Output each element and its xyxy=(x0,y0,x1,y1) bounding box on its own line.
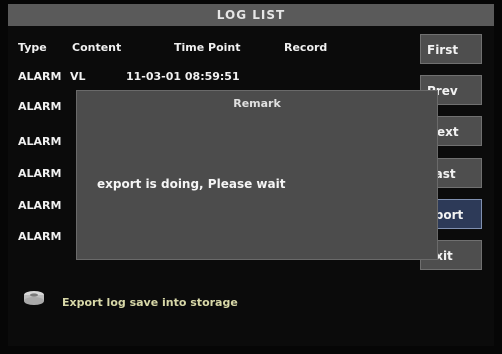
storage-disk-icon xyxy=(24,291,44,305)
row-content: VL xyxy=(70,70,86,83)
row-type: ALARM xyxy=(18,230,62,243)
row-type: ALARM xyxy=(18,100,62,113)
row-type: ALARM xyxy=(18,135,62,148)
status-message: Export log save into storage xyxy=(62,296,238,309)
column-header-type: Type xyxy=(18,41,47,54)
window-title: LOG LIST xyxy=(8,4,494,26)
column-header-content: Content xyxy=(72,41,122,54)
remark-dialog: Remark export is doing, Please wait xyxy=(76,90,438,260)
row-type: ALARM xyxy=(18,70,62,83)
dialog-message: export is doing, Please wait xyxy=(97,177,286,191)
row-type: ALARM xyxy=(18,167,62,180)
screen: LOG LIST Type Content Time Point Record … xyxy=(0,0,502,354)
first-button[interactable]: First xyxy=(420,34,482,64)
dialog-title: Remark xyxy=(233,97,281,110)
row-type: ALARM xyxy=(18,199,62,212)
row-time: 11-03-01 08:59:51 xyxy=(126,70,240,83)
column-header-record: Record xyxy=(284,41,328,54)
column-header-time-point: Time Point xyxy=(174,41,241,54)
